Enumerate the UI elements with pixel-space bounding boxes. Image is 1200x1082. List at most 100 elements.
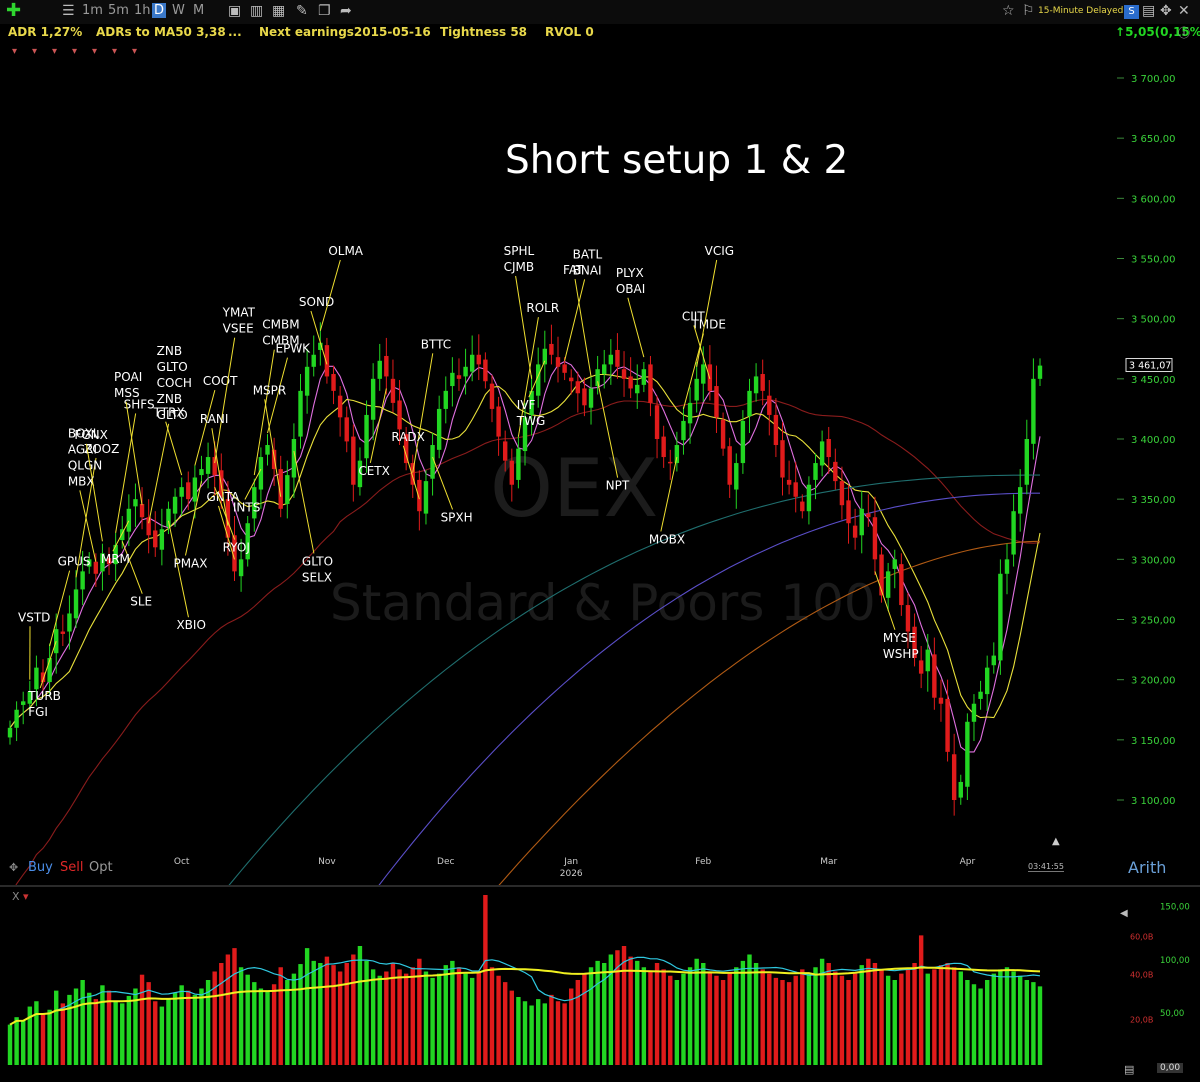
volume-bar [7, 1024, 13, 1065]
volume-bar [252, 982, 257, 1065]
price-tick-label: 3 100,00 [1131, 796, 1176, 807]
annotation-label: QLGN [68, 458, 102, 472]
volume-bar [1031, 982, 1036, 1065]
volume-bar [469, 977, 475, 1065]
volume-bar [430, 977, 435, 1065]
candle-body [674, 445, 680, 464]
candle-body [826, 439, 831, 458]
candle-body [1011, 511, 1016, 555]
candle-body [179, 487, 184, 497]
annotation-label: AGRI [68, 442, 97, 456]
volume-bar [522, 1001, 528, 1065]
sell-button[interactable]: Sell [60, 860, 83, 875]
volume-bar [582, 973, 587, 1065]
annotation-label: ZNB [157, 392, 182, 406]
annotation-label: PLYX [616, 266, 644, 280]
volume-bar [899, 973, 904, 1065]
opt-button[interactable]: Opt [89, 860, 113, 875]
candle-body [238, 559, 244, 577]
volume-bar [668, 975, 673, 1065]
marker-dash: ▾ [112, 46, 117, 57]
candle-body [668, 461, 673, 464]
buy-button[interactable]: Buy [28, 860, 53, 875]
tools-icon[interactable]: ✥ [9, 861, 18, 874]
marker-dash: ▾ [132, 46, 137, 57]
scale-mode-button[interactable]: Arith [1128, 858, 1166, 877]
candle-body [734, 463, 739, 490]
candle-body [555, 357, 561, 367]
candle-body [311, 354, 316, 367]
price-tick-label: 3 150,00 [1131, 736, 1176, 747]
volume-bar [555, 1001, 561, 1065]
volume-bar [780, 980, 785, 1065]
volume-bar [971, 984, 977, 1065]
volume-bar [542, 1003, 548, 1065]
candle-body [701, 364, 706, 384]
candle-body [476, 354, 481, 365]
volume-bar [885, 975, 891, 1065]
candle-body [331, 374, 336, 391]
volume-bar [905, 969, 911, 1065]
candle-body [443, 390, 448, 409]
volume-bar [199, 988, 204, 1065]
candle-body [681, 420, 686, 441]
volume-bar [47, 1009, 52, 1065]
chart-title: Short setup 1 & 2 [505, 138, 849, 183]
candle-body [542, 348, 548, 365]
candle-body [509, 460, 514, 485]
candle-body [285, 475, 290, 504]
volume-bar [436, 973, 442, 1065]
candle-body [186, 482, 191, 500]
volume-settings-icon[interactable]: ▤ [1124, 1063, 1134, 1076]
volume-bar [456, 967, 462, 1065]
volume-bar [14, 1017, 19, 1065]
scroll-up-icon[interactable]: ▲ [1052, 836, 1060, 847]
volume-bar [331, 965, 336, 1065]
candle-body [918, 660, 924, 674]
candle-body [767, 395, 772, 415]
volume-axis: 150,00 100,00 50,00 60,0B 40,0B 20,0B [1130, 903, 1190, 1025]
candle-body [608, 354, 614, 365]
volume-bar [516, 997, 521, 1065]
volume-bar [403, 973, 409, 1065]
volume-bar [978, 988, 983, 1065]
annotation-label: FAT [563, 263, 584, 277]
price-chart[interactable]: VSTDGPUSTURBFGIZOOZBOXLAGRIQLGNMBXSLEFGN… [0, 0, 1200, 885]
volume-bar [714, 975, 719, 1065]
volume-tick-label: 150,00 [1160, 903, 1190, 913]
candle-body [813, 463, 818, 480]
candle-body [661, 436, 666, 458]
candle-body [377, 360, 382, 379]
candle-body [932, 654, 937, 698]
candle-body [582, 388, 587, 406]
volume-bar [384, 971, 389, 1065]
candle-body [265, 445, 270, 455]
annotation-label: SELX [302, 570, 332, 584]
candle-body [370, 378, 376, 420]
date-tick-label: Apr [960, 857, 976, 867]
volume-bar [496, 975, 501, 1065]
annotation-leader [660, 456, 678, 532]
candle-body [628, 376, 633, 389]
volume-collapse-icon[interactable]: ◀ [1120, 908, 1128, 919]
marker-dash: ▾ [32, 46, 37, 57]
candle-body [958, 781, 963, 798]
candle-body [852, 525, 858, 538]
volume-bar [1037, 986, 1043, 1065]
candle-body [337, 395, 343, 418]
annotation-leader [165, 421, 183, 476]
marker-dash: ▾ [12, 46, 17, 57]
volume-bar [767, 973, 772, 1065]
annotation-label: MYSE [883, 631, 916, 645]
price-tick-label: 3 400,00 [1131, 435, 1176, 446]
volume-bar [938, 965, 944, 1065]
price-tick-label: 3 250,00 [1131, 616, 1176, 627]
annotation-label: TWG [516, 414, 546, 428]
annotation-label: RYOJ [223, 541, 250, 555]
volume-bar [1011, 971, 1016, 1065]
volume-chart[interactable]: 150,00 100,00 50,00 60,0B 40,0B 20,0B [0, 887, 1200, 1082]
annotation-label: GLTO [157, 360, 188, 374]
candle-body [172, 496, 178, 514]
volume-bar [357, 946, 363, 1065]
candle-body [489, 383, 495, 409]
